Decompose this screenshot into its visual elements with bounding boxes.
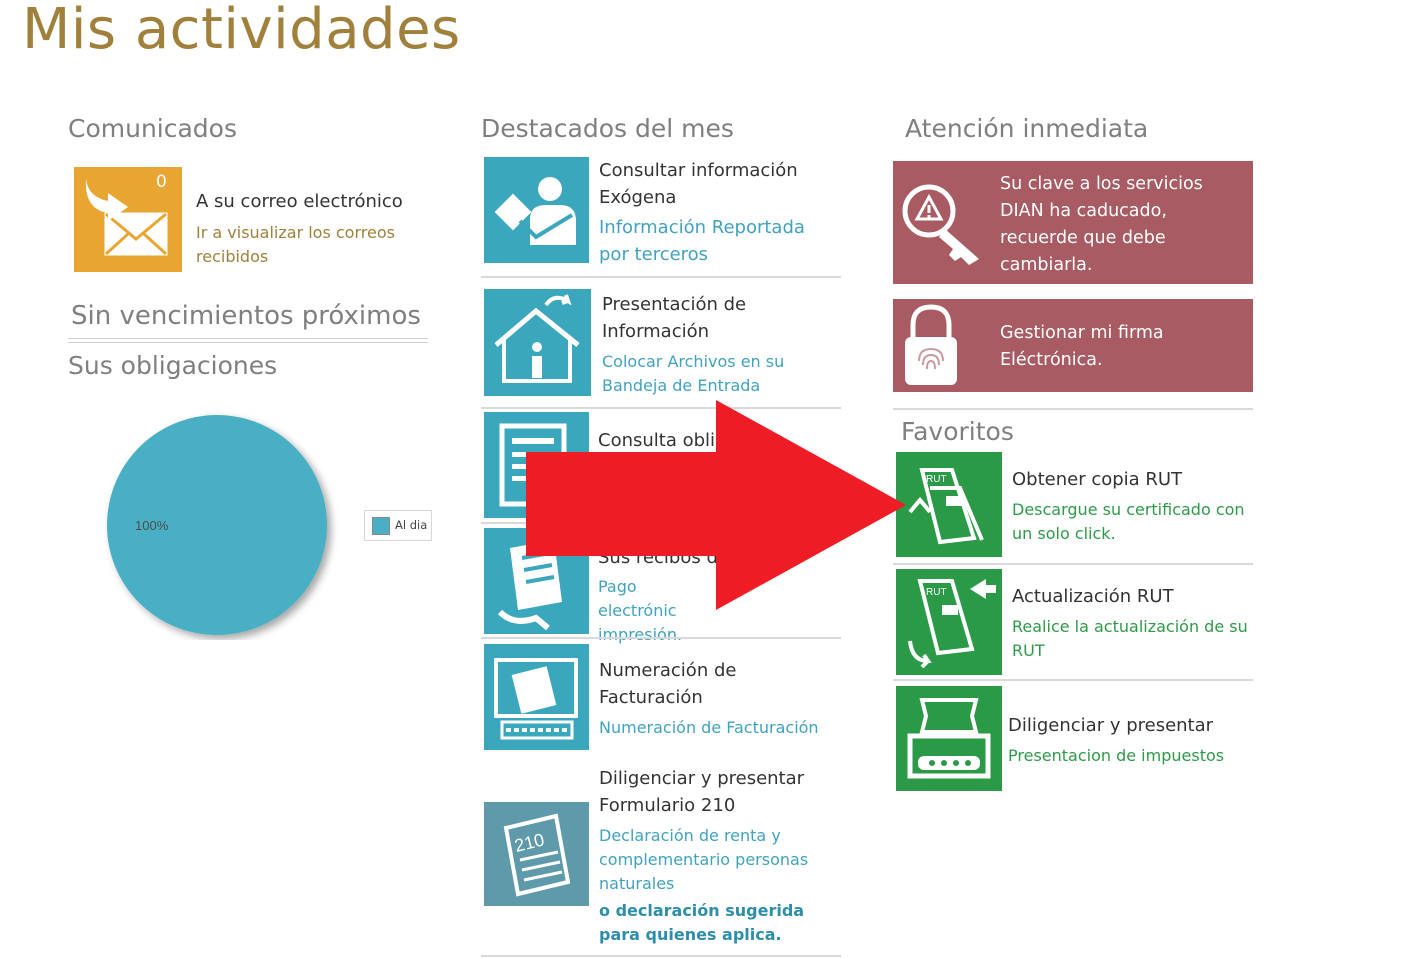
divider <box>68 338 428 339</box>
divider <box>893 679 1253 681</box>
mail-link[interactable]: Ir a visualizar los correos recibidos <box>196 221 426 269</box>
pie-slice-label: 100% <box>135 518 169 533</box>
rut-copy-icon: RUT <box>908 468 984 545</box>
impuestos-tile[interactable] <box>896 686 1002 791</box>
obligaciones-heading: Sus obligaciones <box>68 351 278 380</box>
form210-link-sugerida[interactable]: o declaración sugerida para quienes apli… <box>599 899 829 947</box>
clave-caducada-alert[interactable]: Su clave a los servicios DIAN ha caducad… <box>893 161 1253 284</box>
impuestos-title[interactable]: Diligenciar y presentar <box>1008 712 1248 739</box>
form210-link[interactable]: Declaración de renta y complementario pe… <box>599 824 829 896</box>
divider <box>481 276 841 278</box>
firma-electronica-text: Gestionar mi firma Eléctrónica. <box>1000 323 1164 370</box>
legend-swatch <box>372 517 390 535</box>
warning-key-icon <box>902 184 979 265</box>
chart-legend: Al dia <box>364 510 432 541</box>
rut-update-icon: RUT <box>908 579 996 669</box>
presentacion-link[interactable]: Colocar Archivos en su Bandeja de Entrad… <box>602 350 822 398</box>
svg-text:RUT: RUT <box>926 474 947 485</box>
svg-text:RUT: RUT <box>926 587 947 598</box>
person-document-icon <box>494 177 576 245</box>
svg-text:210: 210 <box>512 829 546 856</box>
divider <box>893 563 1253 565</box>
presentacion-title[interactable]: Presentación de Información <box>602 291 822 345</box>
invoice-keyboard-icon <box>494 658 578 740</box>
mail-title[interactable]: A su correo electrónico <box>196 188 403 215</box>
rut-actualizacion-title[interactable]: Actualización RUT <box>1012 583 1252 610</box>
fingerprint-lock-icon <box>905 304 957 385</box>
facturacion-tile[interactable] <box>484 644 589 750</box>
exogena-link[interactable]: Información Reportada por terceros <box>599 214 829 268</box>
vencimientos-heading: Sin vencimientos próximos <box>71 301 421 331</box>
facturacion-title[interactable]: Numeración de Facturación <box>599 657 799 711</box>
destacados-heading: Destacados del mes <box>481 114 734 143</box>
facturacion-link[interactable]: Numeración de Facturación <box>599 716 839 740</box>
divider <box>893 408 1253 410</box>
form210-tile[interactable]: 210 <box>484 802 589 906</box>
rut-actualizacion-tile[interactable]: RUT <box>896 569 1002 675</box>
divider <box>481 955 841 957</box>
form210-title[interactable]: Diligenciar y presentar Formulario 210 <box>599 765 829 819</box>
mail-count-badge: 0 <box>156 172 167 192</box>
divider <box>68 342 428 343</box>
legend-label: Al dia <box>395 518 428 532</box>
atencion-heading: Atención inmediata <box>905 114 1149 143</box>
rut-copia-tile[interactable]: RUT <box>896 452 1002 557</box>
exogena-tile[interactable] <box>484 157 589 263</box>
rut-copia-title[interactable]: Obtener copia RUT <box>1012 466 1252 493</box>
page-title: Mis actividades <box>22 0 461 62</box>
form-210-icon: 210 <box>503 813 571 897</box>
clave-caducada-text: Su clave a los servicios DIAN ha caducad… <box>1000 174 1203 275</box>
favoritos-heading: Favoritos <box>901 417 1014 446</box>
red-arrow-right-icon <box>526 400 906 610</box>
presentacion-tile[interactable] <box>484 289 591 396</box>
impuestos-link[interactable]: Presentacion de impuestos <box>1008 744 1248 768</box>
mail-tile[interactable]: 0 <box>74 167 182 272</box>
obligaciones-pie-chart: 100% <box>107 415 327 635</box>
tax-machine-icon <box>907 698 991 779</box>
firma-electronica-alert[interactable]: Gestionar mi firma Eléctrónica. <box>893 299 1253 392</box>
rut-actualizacion-link[interactable]: Realice la actualización de su RUT <box>1012 615 1252 663</box>
divider <box>481 637 841 639</box>
rut-copia-link[interactable]: Descargue su certificado con un solo cli… <box>1012 498 1252 546</box>
comunicados-heading: Comunicados <box>68 114 237 143</box>
house-info-icon <box>494 294 580 383</box>
exogena-title[interactable]: Consultar información Exógena <box>599 157 829 211</box>
